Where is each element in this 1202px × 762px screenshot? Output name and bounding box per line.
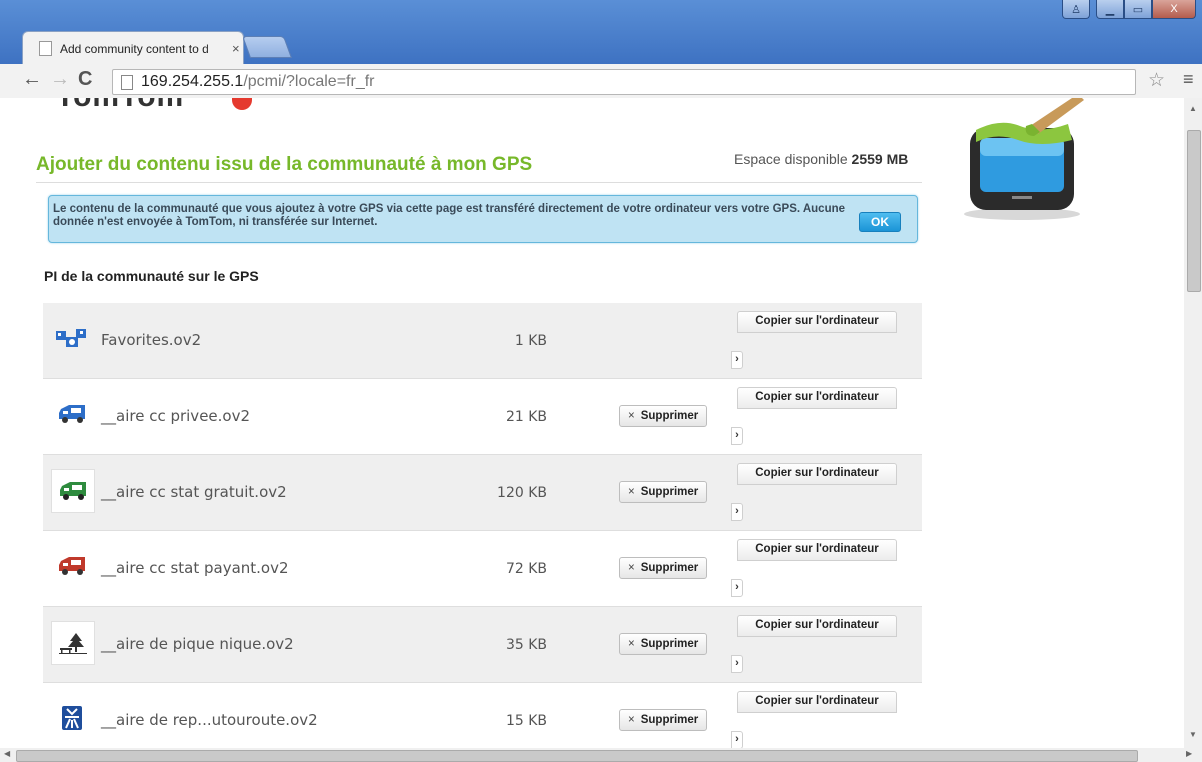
- page-icon: [39, 41, 52, 56]
- section-title: PI de la communauté sur le GPS: [44, 268, 259, 284]
- file-name: __aire de rep...utouroute.ov2: [101, 711, 318, 729]
- vertical-scroll-thumb[interactable]: [1187, 130, 1201, 292]
- file-name: __aire cc privee.ov2: [101, 407, 251, 425]
- delete-label: Supprimer: [640, 562, 699, 574]
- delete-label: Supprimer: [640, 638, 699, 650]
- file-size: 35 KB: [505, 637, 547, 653]
- list-item: __aire cc privee.ov2 21 KB × Supprimer Co…: [43, 379, 922, 455]
- copy-to-computer-button[interactable]: Copier sur l'ordinateur: [737, 539, 897, 561]
- list-item: Favorites.ov2 1 KB Copier sur l'ordinate…: [43, 303, 922, 379]
- privacy-notice: Le contenu de la communauté que vous ajo…: [48, 195, 918, 243]
- delete-x-icon: ×: [628, 714, 635, 726]
- back-arrow-icon[interactable]: ←: [22, 68, 42, 91]
- more-options-button[interactable]: ›: [731, 351, 743, 369]
- forward-arrow-icon[interactable]: →: [50, 68, 70, 91]
- tomtom-logo-hand: [232, 98, 252, 110]
- more-options-button[interactable]: ›: [731, 579, 743, 597]
- picnic-tree-icon: [51, 621, 95, 665]
- browser-tab-active[interactable]: Add community content to d ×: [22, 31, 244, 65]
- list-item: __aire de pique nique.ov2 35 KB × Supprim…: [43, 607, 922, 683]
- file-name: __aire cc stat payant.ov2: [101, 559, 289, 577]
- file-name: __aire cc stat gratuit.ov2: [101, 483, 287, 501]
- notice-text: Le contenu de la communauté que vous ajo…: [53, 203, 846, 228]
- copy-to-computer-button[interactable]: Copier sur l'ordinateur: [737, 311, 897, 333]
- file-size: 21 KB: [505, 409, 547, 425]
- window-controls: ♙ ▁ ▭ X: [1062, 0, 1196, 19]
- user-profile-button[interactable]: ♙: [1062, 0, 1090, 19]
- browser-menu-icon[interactable]: ≡: [1183, 69, 1194, 90]
- favorites-icon: [51, 317, 93, 359]
- copy-to-computer-button[interactable]: Copier sur l'ordinateur: [737, 387, 897, 409]
- copy-to-computer-button[interactable]: Copier sur l'ordinateur: [737, 691, 897, 713]
- page-viewport: TomTom Ajouter du contenu issu de la com…: [0, 98, 1184, 748]
- more-options-button[interactable]: ›: [731, 731, 743, 748]
- page-icon: [121, 75, 133, 90]
- file-name: __aire de pique nique.ov2: [101, 635, 294, 653]
- delete-x-icon: ×: [628, 638, 635, 650]
- delete-label: Supprimer: [640, 714, 699, 726]
- scroll-right-icon[interactable]: ▶: [1186, 749, 1192, 758]
- new-tab-button[interactable]: [241, 36, 293, 58]
- delete-button[interactable]: × Supprimer: [619, 481, 708, 503]
- tab-title: Add community content to d: [60, 41, 209, 56]
- more-options-button[interactable]: ›: [731, 503, 743, 521]
- minimize-button[interactable]: ▁: [1096, 0, 1124, 19]
- horizontal-scrollbar[interactable]: ◀ ▶: [0, 748, 1202, 762]
- delete-button[interactable]: × Supprimer: [619, 633, 708, 655]
- file-name: Favorites.ov2: [101, 331, 202, 349]
- bookmark-star-icon[interactable]: ☆: [1148, 69, 1165, 92]
- camper-red-icon: [51, 545, 93, 587]
- delete-x-icon: ×: [628, 410, 635, 422]
- camper-blue-icon: [51, 393, 93, 435]
- horizontal-scroll-thumb[interactable]: [16, 750, 1138, 762]
- file-size: 120 KB: [497, 485, 547, 501]
- delete-button[interactable]: × Supprimer: [619, 709, 708, 731]
- maximize-button[interactable]: ▭: [1124, 0, 1152, 19]
- delete-label: Supprimer: [640, 486, 699, 498]
- available-space-value: 2559 MB: [851, 151, 909, 167]
- available-space-label: Espace disponible: [734, 151, 848, 167]
- list-item: __aire cc stat payant.ov2 72 KB × Supprim…: [43, 531, 922, 607]
- browser-toolbar: ← → C 169.254.255.1/pcmi/?locale=fr_fr ☆…: [0, 64, 1202, 99]
- ok-button[interactable]: OK: [859, 212, 901, 232]
- file-size: 15 KB: [505, 713, 547, 729]
- list-item: __aire cc stat gratuit.ov2 120 KB × Suppr…: [43, 455, 922, 531]
- reload-icon[interactable]: C: [78, 68, 92, 91]
- window-titlebar: ♙ ▁ ▭ X Add community content to d ×: [0, 0, 1202, 65]
- delete-x-icon: ×: [628, 562, 635, 574]
- gps-device-illustration: [960, 98, 1100, 231]
- delete-button[interactable]: × Supprimer: [619, 557, 708, 579]
- scroll-up-icon[interactable]: ▲: [1189, 104, 1197, 113]
- delete-button[interactable]: × Supprimer: [619, 405, 708, 427]
- list-item: __aire de rep...utouroute.ov2 15 KB × Sup…: [43, 683, 922, 748]
- delete-label: Supprimer: [640, 410, 699, 422]
- more-options-button[interactable]: ›: [731, 655, 743, 673]
- tomtom-logo: TomTom: [56, 98, 184, 114]
- file-size: 1 KB: [514, 333, 547, 349]
- copy-to-computer-button[interactable]: Copier sur l'ordinateur: [737, 615, 897, 637]
- address-bar[interactable]: 169.254.255.1/pcmi/?locale=fr_fr: [112, 69, 1136, 95]
- available-space: Espace disponible 2559 MB: [734, 151, 908, 167]
- delete-x-icon: ×: [628, 486, 635, 498]
- heading-divider: [36, 182, 922, 183]
- scroll-left-icon[interactable]: ◀: [4, 749, 10, 758]
- camper-green-icon: [51, 469, 95, 513]
- file-size: 72 KB: [505, 561, 547, 577]
- motorway-rest-icon: [51, 697, 93, 739]
- more-options-button[interactable]: ›: [731, 427, 743, 445]
- close-window-button[interactable]: X: [1152, 0, 1196, 19]
- page-title: Ajouter du contenu issu de la communauté…: [36, 154, 533, 175]
- tab-close-icon[interactable]: ×: [232, 41, 240, 56]
- url-path: /pcmi/?locale=fr_fr: [243, 73, 375, 90]
- copy-to-computer-button[interactable]: Copier sur l'ordinateur: [737, 463, 897, 485]
- address-url[interactable]: 169.254.255.1/pcmi/?locale=fr_fr: [141, 73, 375, 91]
- scroll-down-icon[interactable]: ▼: [1189, 730, 1197, 739]
- poi-file-list: Favorites.ov2 1 KB Copier sur l'ordinate…: [43, 303, 922, 748]
- url-host: 169.254.255.1: [141, 73, 244, 90]
- vertical-scrollbar[interactable]: ▲ ▼: [1184, 98, 1202, 748]
